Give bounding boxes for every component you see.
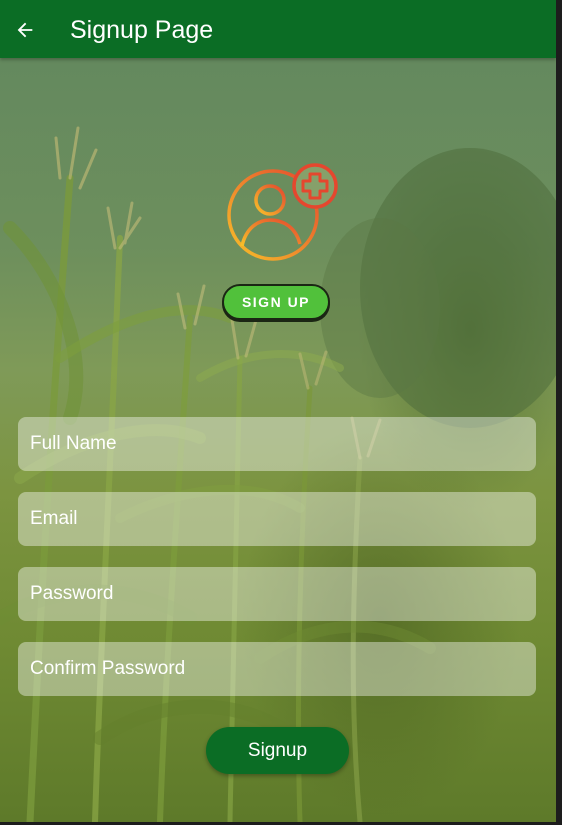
- confirm-password-input[interactable]: [30, 658, 524, 680]
- signup-badge: SIGN UP: [222, 284, 330, 320]
- arrow-left-icon: [17, 22, 33, 38]
- password-input[interactable]: [30, 583, 524, 605]
- app-bar: Signup Page: [0, 0, 556, 58]
- page-title: Signup Page: [70, 16, 214, 44]
- email-input[interactable]: [30, 508, 524, 530]
- user-plus-icon: [227, 163, 338, 261]
- back-button[interactable]: [12, 17, 38, 43]
- signup-screen: Signup Page SIGN UP Signup: [0, 0, 556, 822]
- full-name-input[interactable]: [30, 433, 524, 455]
- confirm-password-field[interactable]: [18, 642, 536, 696]
- signup-button[interactable]: Signup: [206, 727, 349, 774]
- email-field[interactable]: [18, 492, 536, 546]
- full-name-field[interactable]: [18, 417, 536, 471]
- password-field[interactable]: [18, 567, 536, 621]
